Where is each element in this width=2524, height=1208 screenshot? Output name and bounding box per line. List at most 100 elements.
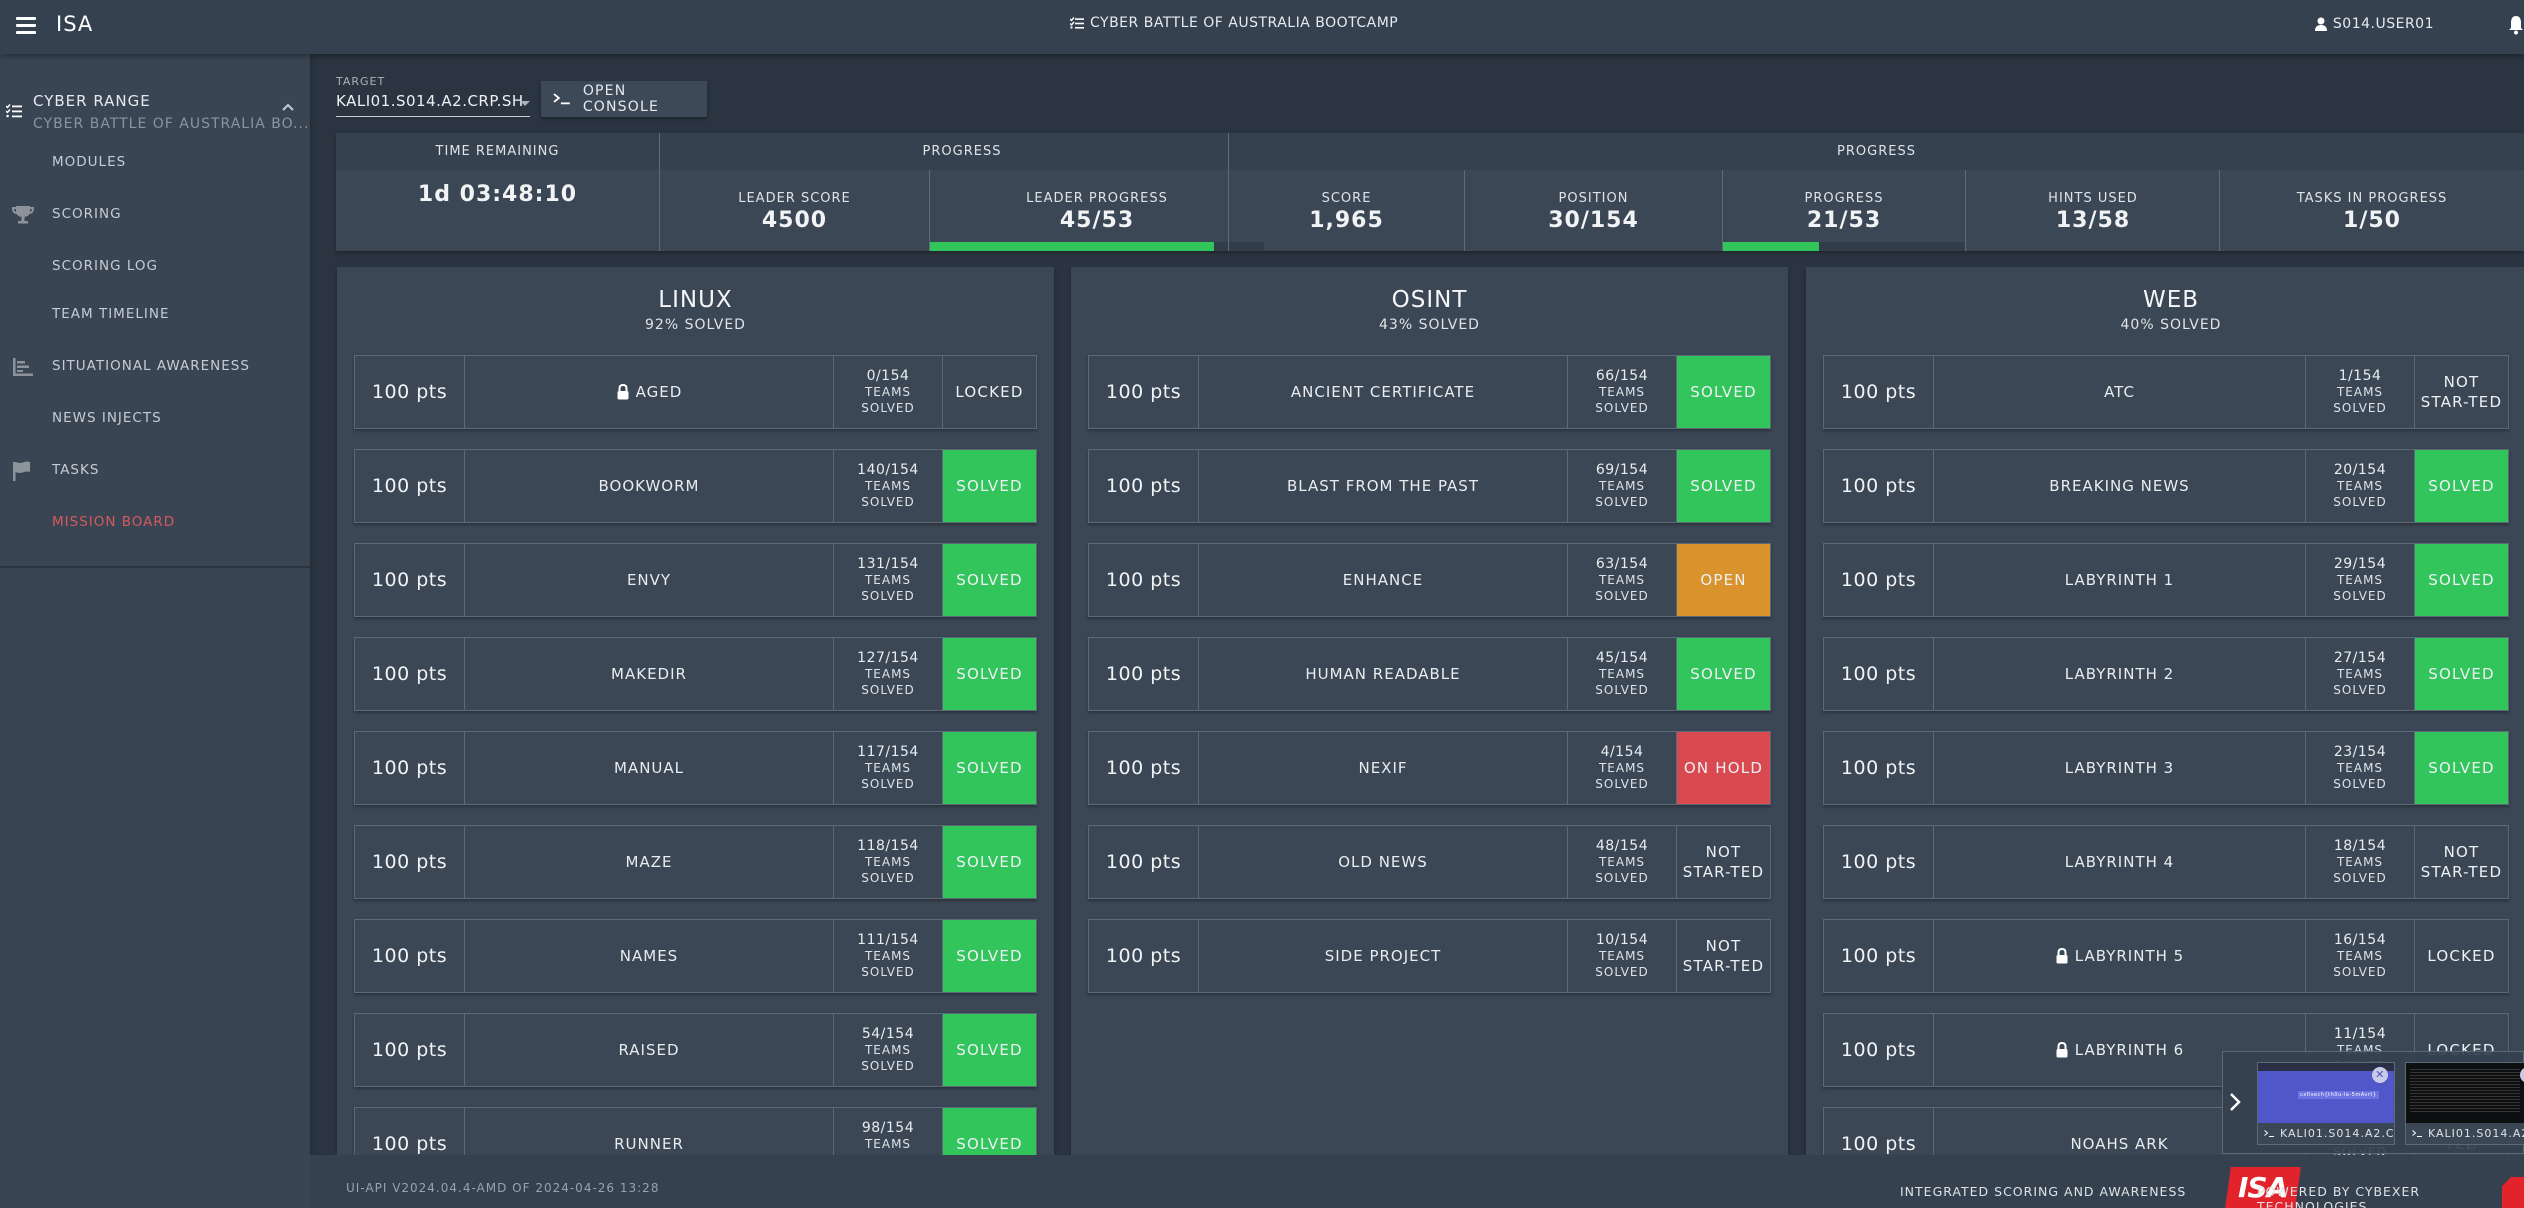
teams-label: TEAMS: [1598, 949, 1646, 963]
time-remaining-value: 1d 03:48:10: [417, 182, 578, 207]
user-menu[interactable]: S014.USER01: [2314, 16, 2434, 32]
position-label: POSITION: [1558, 191, 1629, 206]
task-row[interactable]: 100 pts ATC 1/154 TEAMS SOLVED NOT STAR-TED: [1823, 355, 2509, 429]
task-points: 100 pts: [355, 544, 465, 616]
task-row[interactable]: 100 pts LABYRINTH 5 16/154 TEAMS SOLVED LOCKE…: [1823, 919, 2509, 993]
sidebar-item-label: NEWS INJECTS: [52, 410, 162, 426]
console-caption: KALI01.S014.A2.CRP: [2428, 1127, 2524, 1140]
solved-label: SOLVED: [861, 683, 915, 697]
task-status: SOLVED: [943, 450, 1036, 522]
task-row[interactable]: 100 pts LABYRINTH 1 29/154 TEAMS SOLVED SOLVE…: [1823, 543, 2509, 617]
task-name: MAZE: [465, 826, 834, 898]
target-select[interactable]: KALI01.S014.A2.CRP.SH: [336, 91, 530, 117]
cybexer-logo: [2502, 1177, 2524, 1208]
task-row[interactable]: 100 pts LABYRINTH 2 27/154 TEAMS SOLVED SOLVE…: [1823, 637, 2509, 711]
task-row[interactable]: 100 pts NAMES 111/154 TEAMS SOLVED SOLVED: [354, 919, 1037, 993]
teams-label: TEAMS: [1598, 573, 1646, 587]
teams-label: TEAMS: [2336, 479, 2384, 493]
task-row[interactable]: 100 pts ENVY 131/154 TEAMS SOLVED SOLVED: [354, 543, 1037, 617]
task-row[interactable]: 100 pts ENHANCE 63/154 TEAMS SOLVED OPEN: [1088, 543, 1771, 617]
sidebar-item-modules[interactable]: MODULES: [0, 143, 310, 183]
teams-label: TEAMS: [864, 855, 912, 869]
menu-icon[interactable]: [16, 14, 36, 36]
task-status: LOCKED: [955, 383, 1024, 401]
teams-solved: 29/154 TEAMS SOLVED: [2306, 544, 2415, 616]
task-row[interactable]: 100 pts MAZE 118/154 TEAMS SOLVED SOLVED: [354, 825, 1037, 899]
sidebar-item-label: MODULES: [52, 154, 127, 170]
leader-progress-label: LEADER PROGRESS: [1026, 191, 1168, 206]
task-row[interactable]: 100 pts SIDE PROJECT 10/154 TEAMS SOLVED NOT …: [1088, 919, 1771, 993]
teams-solved-count: 16/154: [2333, 932, 2387, 948]
task-status: SOLVED: [2415, 732, 2508, 804]
sidebar-item-team-timeline[interactable]: TEAM TIMELINE: [0, 295, 310, 335]
solved-label: SOLVED: [861, 777, 915, 791]
task-row[interactable]: 100 pts ANCIENT CERTIFICATE 66/154 TEAMS SOL…: [1088, 355, 1771, 429]
sidebar-item-tasks[interactable]: TASKS: [0, 451, 310, 491]
chevron-right-icon[interactable]: [2227, 1090, 2243, 1114]
teams-label: TEAMS: [864, 573, 912, 587]
task-name: LABYRINTH 2: [1934, 638, 2306, 710]
time-remaining: 1d 03:48:10: [336, 170, 659, 251]
task-row[interactable]: 100 pts AGED 0/154 TEAMS SOLVED LOCKED: [354, 355, 1037, 429]
teams-solved-count: 118/154: [857, 838, 919, 854]
task-row[interactable]: 100 pts MAKEDIR 127/154 TEAMS SOLVED SOLVED: [354, 637, 1037, 711]
lock-icon: [617, 384, 629, 400]
teams-solved-count: 23/154: [2333, 744, 2387, 760]
task-row[interactable]: 100 pts BLAST FROM THE PAST 69/154 TEAMS SOL…: [1088, 449, 1771, 523]
teams-solved: 4/154 TEAMS SOLVED: [1568, 732, 1677, 804]
sidebar-item-label: SITUATIONAL AWARENESS: [52, 358, 250, 374]
teams-solved: 0/154 TEAMS SOLVED: [834, 356, 943, 428]
teams-solved: 27/154 TEAMS SOLVED: [2306, 638, 2415, 710]
console-thumbnails: cxflsech{th0u-la-5mAvrt} ✕ KALI01.S014.A…: [2222, 1051, 2524, 1154]
teams-solved: 45/154 TEAMS SOLVED: [1568, 638, 1677, 710]
cyber-range-header[interactable]: CYBER RANGE CYBER BATTLE OF AUSTRALIA BO…: [0, 72, 310, 132]
sidebar-item-scoring[interactable]: SCORING: [0, 195, 310, 235]
task-row[interactable]: 100 pts HUMAN READABLE 45/154 TEAMS SOLVED SO…: [1088, 637, 1771, 711]
category-web: WEB 40% SOLVED 100 pts ATC 1/154 TEAMS SOLVE…: [1806, 267, 2524, 1167]
solved-label: SOLVED: [861, 965, 915, 979]
task-status: SOLVED: [2415, 450, 2508, 522]
console-screen: [2406, 1063, 2524, 1123]
teams-solved: 131/154 TEAMS SOLVED: [834, 544, 943, 616]
task-status: SOLVED: [2415, 544, 2508, 616]
isa-tagline: INTEGRATED SCORING AND AWARENESS: [1900, 1184, 2187, 1199]
console-thumbnail[interactable]: cxflsech{th0u-la-5mAvrt} ✕ KALI01.S014.A…: [2257, 1062, 2395, 1145]
task-name: AGED: [465, 356, 834, 428]
sidebar-item-label: SCORING: [52, 206, 122, 222]
teams-label: TEAMS: [1598, 667, 1646, 681]
task-row[interactable]: 100 pts MANUAL 117/154 TEAMS SOLVED SOLVED: [354, 731, 1037, 805]
target-value: KALI01.S014.A2.CRP.SH: [336, 92, 524, 110]
bell-icon[interactable]: [2508, 15, 2524, 35]
sidebar: CYBER RANGE CYBER BATTLE OF AUSTRALIA BO…: [0, 54, 310, 568]
task-points: 100 pts: [1089, 356, 1199, 428]
task-row[interactable]: 100 pts OLD NEWS 48/154 TEAMS SOLVED NOT STAR…: [1088, 825, 1771, 899]
powered-by: POWERED BY CYBEXER TECHNOLOGIES: [2257, 1184, 2421, 1208]
sidebar-item-situational-awareness[interactable]: SITUATIONAL AWARENESS: [0, 347, 310, 387]
close-icon[interactable]: ✕: [2372, 1067, 2388, 1083]
task-row[interactable]: 100 pts BOOKWORM 140/154 TEAMS SOLVED SOLVED: [354, 449, 1037, 523]
task-row[interactable]: 100 pts LABYRINTH 3 23/154 TEAMS SOLVED SOLVE…: [1823, 731, 2509, 805]
open-console-button[interactable]: OPEN CONSOLE: [541, 81, 707, 117]
task-row[interactable]: 100 pts NEXIF 4/154 TEAMS SOLVED ON HOLD: [1088, 731, 1771, 805]
sidebar-item-mission-board[interactable]: MISSION BOARD: [0, 503, 310, 543]
task-row[interactable]: 100 pts BREAKING NEWS 20/154 TEAMS SOLVED SOL…: [1823, 449, 2509, 523]
task-row[interactable]: 100 pts RAISED 54/154 TEAMS SOLVED SOLVED: [354, 1013, 1037, 1087]
sidebar-item-scoring-log[interactable]: SCORING LOG: [0, 247, 310, 287]
sidebar-item-label: TEAM TIMELINE: [52, 306, 170, 322]
task-points: 100 pts: [1824, 638, 1934, 710]
task-status: NOT STAR-TED: [1682, 843, 1765, 881]
sidebar-item-news-injects[interactable]: NEWS INJECTS: [0, 399, 310, 439]
teams-label: TEAMS: [1598, 761, 1646, 775]
task-status: SOLVED: [943, 1014, 1036, 1086]
console-thumbnail[interactable]: ✕ KALI01.S014.A2.CRP: [2405, 1062, 2524, 1145]
task-row[interactable]: 100 pts LABYRINTH 4 18/154 TEAMS SOLVED NOT S…: [1823, 825, 2509, 899]
task-status: NOT STAR-TED: [2420, 843, 2503, 881]
teams-label: TEAMS: [2336, 573, 2384, 587]
teams-solved: 66/154 TEAMS SOLVED: [1568, 356, 1677, 428]
teams-solved-count: 140/154: [857, 462, 919, 478]
chevron-up-icon[interactable]: [282, 102, 294, 114]
task-name: BREAKING NEWS: [1934, 450, 2306, 522]
task-status: NOT STAR-TED: [1682, 937, 1765, 975]
teams-solved-count: 98/154: [861, 1120, 915, 1136]
task-name: HUMAN READABLE: [1199, 638, 1568, 710]
